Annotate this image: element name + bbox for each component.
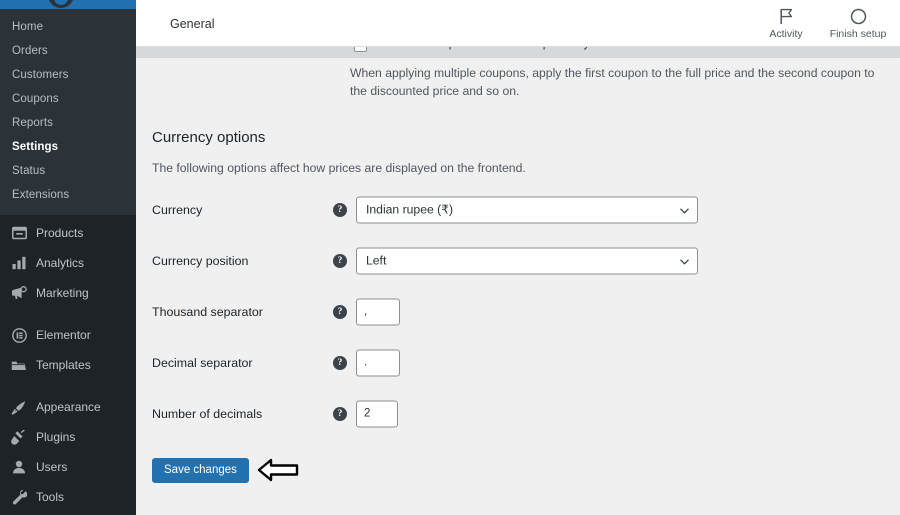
sidebar-subitem-customers[interactable]: Customers [0, 63, 136, 87]
select-value: Left [366, 253, 387, 268]
menu-group: Elementor Templates [0, 320, 136, 380]
sidebar-item-label: Analytics [36, 256, 85, 270]
circle-progress-icon [850, 5, 867, 27]
field-row: Currency? Indian rupee (₹) [136, 196, 900, 224]
field-label: Thousand separator [152, 305, 263, 319]
menu-group: Products Analytics Marketing [0, 218, 136, 308]
help-icon[interactable]: ? [333, 203, 347, 217]
field-control: , [356, 298, 400, 326]
sidebar-subitem-settings[interactable]: Settings [0, 135, 136, 159]
sidebar-item-label: Templates [36, 358, 91, 372]
field-label: Currency [152, 203, 203, 217]
marketing-megaphone-icon [9, 284, 29, 302]
help-icon[interactable]: ? [333, 356, 347, 370]
save-changes-button[interactable]: Save changes [152, 458, 249, 483]
woocommerce-submenu: Home Orders Customers Coupons Reports Setting… [0, 9, 136, 215]
page-header: General Activity Finish setup [136, 0, 900, 47]
sidebar-item-marketing[interactable]: Marketing [0, 278, 136, 308]
finish-setup-button[interactable]: Finish setup [822, 5, 894, 40]
field-control: Indian rupee (₹) [356, 196, 698, 224]
tab-general[interactable]: General [170, 17, 214, 31]
flag-icon [779, 5, 794, 27]
field-label: Number of decimals [152, 407, 263, 421]
sidebar-item-plugins[interactable]: Plugins [0, 422, 136, 452]
sequential-coupons-row-partial: Calculate coupon discounts sequentially [136, 47, 900, 58]
annotation-left-arrow [257, 458, 299, 482]
templates-folder-icon [9, 356, 29, 374]
admin-main-menu: Products Analytics Marketing Elementor Templ… [0, 218, 136, 515]
sidebar-item-label: Users [36, 460, 68, 474]
sidebar-item-appearance[interactable]: Appearance [0, 392, 136, 422]
sidebar-subitem-reports[interactable]: Reports [0, 111, 136, 135]
products-icon [9, 224, 29, 242]
sidebar-subitem-orders[interactable]: Orders [0, 39, 136, 63]
analytics-icon [9, 254, 29, 272]
admin-sidebar: Home Orders Customers Coupons Reports Setting… [0, 0, 136, 515]
tools-wrench-icon [9, 488, 29, 506]
input-number-of-decimals[interactable]: 2 [356, 400, 398, 428]
settings-content: Calculate coupon discounts sequentially … [136, 47, 900, 515]
section-title: Currency options [152, 129, 266, 146]
menu-separator [0, 380, 136, 392]
plugins-plug-icon [9, 428, 29, 446]
input-thousand-separator[interactable]: , [356, 298, 400, 326]
sidebar-subitem-coupons[interactable]: Coupons [0, 87, 136, 111]
sidebar-item-label: Elementor [36, 328, 91, 342]
field-row: Currency position? Left [136, 247, 900, 275]
select-currency-position[interactable]: Left [356, 247, 698, 275]
field-label: Currency position [152, 254, 249, 268]
chevron-down-icon [680, 259, 689, 265]
finish-setup-label: Finish setup [829, 28, 887, 40]
sidebar-item-label: Tools [36, 490, 65, 504]
help-icon[interactable]: ? [333, 407, 347, 421]
field-row: Decimal separator?. [136, 349, 900, 377]
select-currency[interactable]: Indian rupee (₹) [356, 196, 698, 224]
help-icon[interactable]: ? [333, 254, 347, 268]
sequential-coupons-checkbox[interactable] [354, 47, 367, 52]
appearance-brush-icon [9, 398, 29, 416]
activity-label: Activity [769, 28, 803, 40]
menu-group: AppearancePluginsUsersToolsSettings [0, 392, 136, 515]
input-decimal-separator[interactable]: . [356, 349, 400, 377]
sidebar-item-label: Marketing [36, 286, 89, 300]
coupon-description: When applying multiple coupons, apply th… [350, 66, 875, 98]
field-control: . [356, 349, 400, 377]
sidebar-subitem-status[interactable]: Status [0, 159, 136, 183]
header-actions: Activity Finish setup [750, 5, 894, 40]
help-icon[interactable]: ? [333, 305, 347, 319]
select-value: Indian rupee (₹) [366, 202, 454, 217]
users-icon [9, 458, 29, 476]
menu-separator [0, 308, 136, 320]
sidebar-item-products[interactable]: Products [0, 218, 136, 248]
field-row: Thousand separator?, [136, 298, 900, 326]
sidebar-subitem-home[interactable]: Home [0, 15, 136, 39]
section-description: The following options affect how prices … [152, 161, 526, 175]
sidebar-item-tools[interactable]: Tools [0, 482, 136, 512]
sidebar-item-templates[interactable]: Templates [0, 350, 136, 380]
sidebar-item-analytics[interactable]: Analytics [0, 248, 136, 278]
sequential-coupons-label: Calculate coupon discounts sequentially [376, 47, 589, 50]
field-control: Left [356, 247, 698, 275]
sidebar-subitem-extensions[interactable]: Extensions [0, 183, 136, 207]
woocommerce-settings-screen: Home Orders Customers Coupons Reports Setting… [0, 0, 900, 515]
sidebar-item-users[interactable]: Users [0, 452, 136, 482]
field-row: Number of decimals? 2 [136, 400, 900, 428]
sidebar-item-label: Products [36, 226, 84, 240]
field-control: 2 [356, 400, 398, 428]
activity-button[interactable]: Activity [750, 5, 822, 40]
sidebar-item-elementor[interactable]: Elementor [0, 320, 136, 350]
sidebar-item-label: Plugins [36, 430, 76, 444]
chevron-down-icon [680, 208, 689, 214]
sidebar-item-label: Appearance [36, 400, 101, 414]
field-label: Decimal separator [152, 356, 253, 370]
elementor-icon [9, 326, 29, 344]
